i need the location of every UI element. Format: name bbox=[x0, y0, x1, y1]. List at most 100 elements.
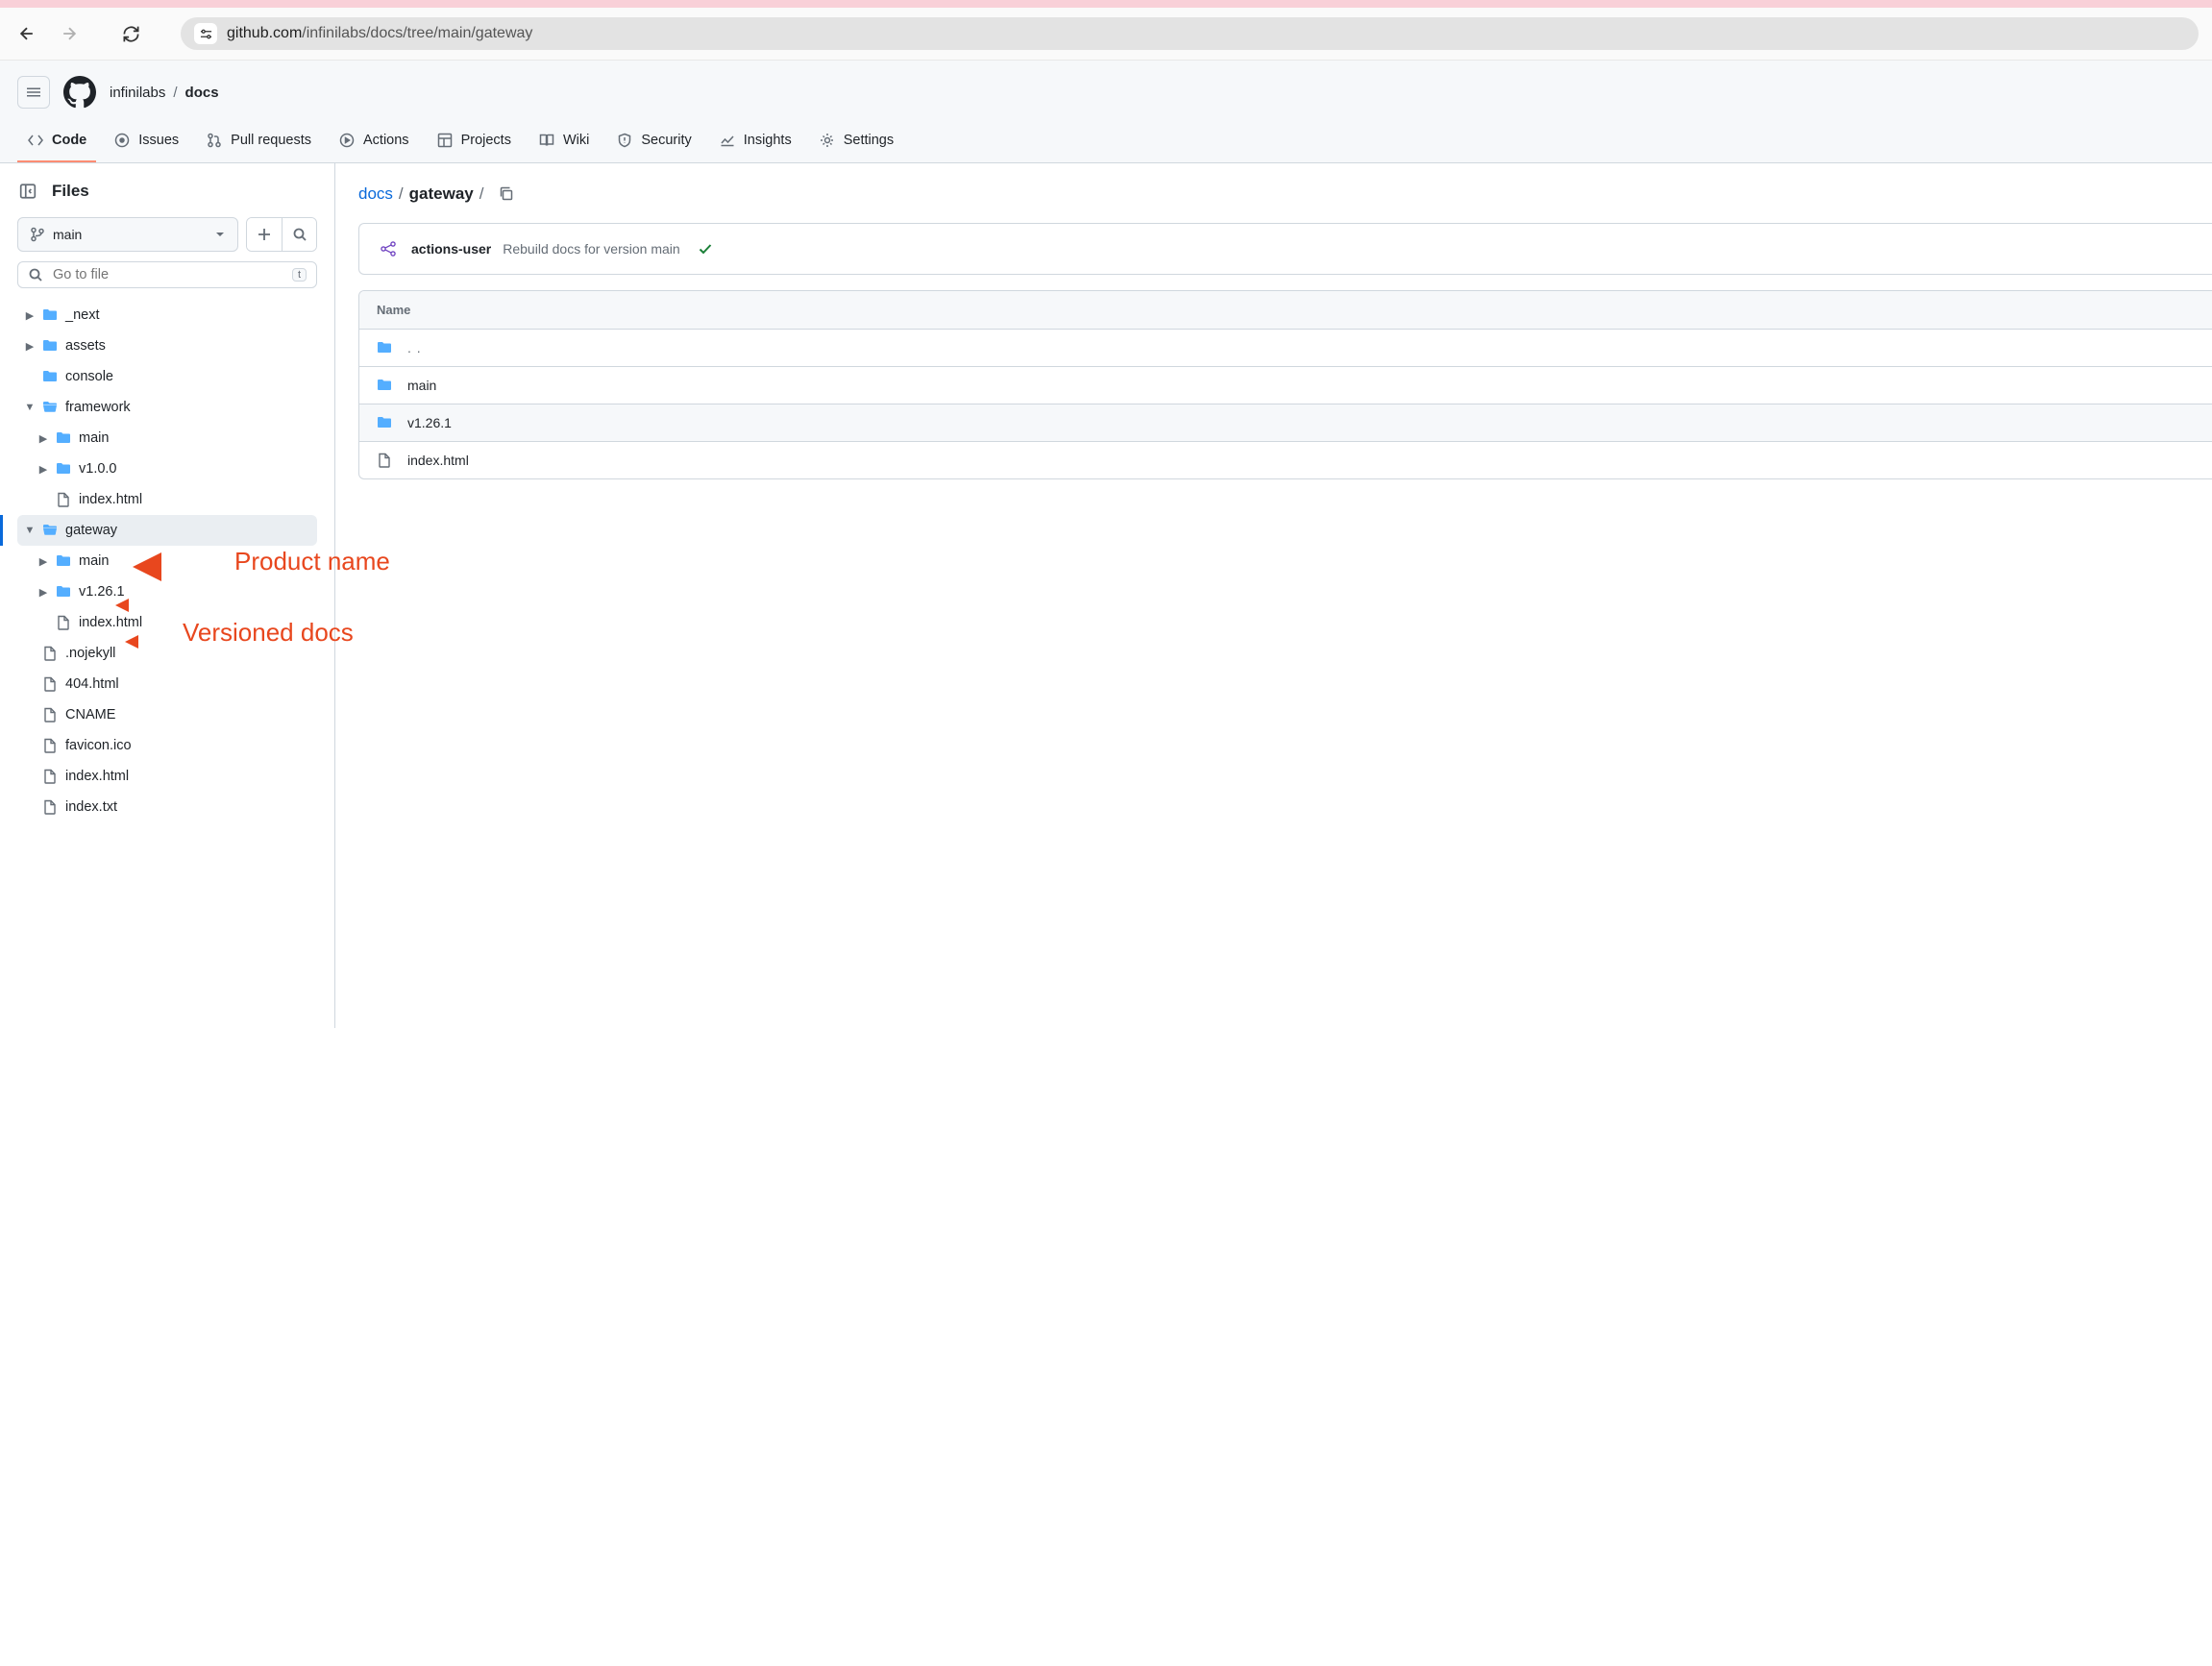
keyboard-shortcut-hint: t bbox=[292, 268, 307, 282]
tree-folder-gateway-v1261[interactable]: ▶ v1.26.1 bbox=[17, 576, 317, 607]
tree-file-nojekyll[interactable]: ▶ .nojekyll bbox=[17, 638, 317, 669]
shield-icon bbox=[616, 132, 633, 149]
tree-label: assets bbox=[65, 338, 106, 354]
chevron-down-icon: ▼ bbox=[23, 401, 37, 414]
file-table: Name . . main v1.26.1 index.html bbox=[358, 290, 2212, 479]
tree-folder-next[interactable]: ▶ _next bbox=[17, 300, 317, 331]
file-filter-input[interactable] bbox=[53, 267, 283, 282]
tree-file-404[interactable]: ▶ 404.html bbox=[17, 669, 317, 699]
site-settings-icon[interactable] bbox=[194, 23, 217, 44]
tree-file-framework-index[interactable]: ▶ index.html bbox=[17, 484, 317, 515]
tree-label: index.html bbox=[79, 492, 142, 507]
browser-toolbar: github.com/infinilabs/docs/tree/main/gat… bbox=[0, 8, 2212, 61]
tree-folder-gateway[interactable]: ▼ gateway bbox=[17, 515, 317, 546]
file-name: main bbox=[407, 378, 436, 393]
file-icon bbox=[42, 645, 60, 662]
branch-icon bbox=[30, 227, 45, 242]
browser-forward-button[interactable] bbox=[56, 20, 83, 47]
tree-file-indexhtml[interactable]: ▶ index.html bbox=[17, 761, 317, 792]
file-row-parent[interactable]: . . bbox=[359, 330, 2212, 367]
tree-folder-framework[interactable]: ▼ framework bbox=[17, 392, 317, 423]
repo-name-link[interactable]: docs bbox=[185, 85, 219, 101]
tree-label: favicon.ico bbox=[65, 738, 132, 753]
tab-label: Code bbox=[52, 133, 86, 148]
tree-folder-framework-main[interactable]: ▶ main bbox=[17, 423, 317, 453]
chevron-right-icon: ▶ bbox=[23, 339, 37, 353]
file-row-main[interactable]: main bbox=[359, 367, 2212, 404]
file-table-header-name[interactable]: Name bbox=[359, 291, 2212, 330]
url-text: github.com/infinilabs/docs/tree/main/gat… bbox=[227, 25, 532, 42]
sidebar-collapse-icon[interactable] bbox=[17, 181, 38, 202]
branch-name: main bbox=[53, 227, 82, 242]
tree-label: framework bbox=[65, 400, 131, 415]
file-row-indexhtml[interactable]: index.html bbox=[359, 442, 2212, 478]
tab-issues[interactable]: Issues bbox=[104, 122, 188, 162]
folder-icon bbox=[56, 552, 73, 570]
tab-projects[interactable]: Projects bbox=[427, 122, 521, 162]
path-separator: / bbox=[173, 85, 177, 101]
tree-folder-assets[interactable]: ▶ assets bbox=[17, 331, 317, 361]
tab-code[interactable]: Code bbox=[17, 122, 96, 162]
tree-label: main bbox=[79, 553, 109, 569]
tree-label: v1.26.1 bbox=[79, 584, 125, 600]
check-icon bbox=[698, 241, 713, 257]
url-bar[interactable]: github.com/infinilabs/docs/tree/main/gat… bbox=[181, 17, 2199, 50]
tree-label: index.txt bbox=[65, 799, 117, 815]
commit-author: actions-user bbox=[411, 241, 491, 257]
latest-commit-box[interactable]: actions-user Rebuild docs for version ma… bbox=[358, 223, 2212, 275]
pull-request-icon bbox=[206, 132, 223, 149]
tab-label: Actions bbox=[363, 133, 409, 148]
browser-back-button[interactable] bbox=[13, 20, 40, 47]
search-button[interactable] bbox=[282, 218, 316, 251]
tree-file-favicon[interactable]: ▶ favicon.ico bbox=[17, 730, 317, 761]
tab-actions[interactable]: Actions bbox=[329, 122, 419, 162]
tree-label: CNAME bbox=[65, 707, 115, 723]
tree-folder-console[interactable]: ▶ console bbox=[17, 361, 317, 392]
folder-icon bbox=[56, 429, 73, 447]
tree-folder-gateway-main[interactable]: ▶ main bbox=[17, 546, 317, 576]
tree-label: console bbox=[65, 369, 113, 384]
chevron-down-icon bbox=[214, 229, 226, 240]
folder-icon bbox=[56, 583, 73, 600]
tab-pull-requests[interactable]: Pull requests bbox=[196, 122, 321, 162]
folder-icon bbox=[377, 339, 394, 356]
folder-icon bbox=[56, 460, 73, 478]
tree-label: _next bbox=[65, 307, 99, 323]
file-row-v1261[interactable]: v1.26.1 bbox=[359, 404, 2212, 442]
tab-security[interactable]: Security bbox=[606, 122, 700, 162]
repo-owner-link[interactable]: infinilabs bbox=[110, 85, 165, 101]
tree-file-gateway-index[interactable]: ▶ index.html bbox=[17, 607, 317, 638]
issue-icon bbox=[113, 132, 131, 149]
tree-file-cname[interactable]: ▶ CNAME bbox=[17, 699, 317, 730]
tab-label: Security bbox=[641, 133, 691, 148]
chevron-right-icon: ▶ bbox=[37, 431, 50, 445]
folder-open-icon bbox=[42, 522, 60, 539]
breadcrumb-current: gateway bbox=[409, 184, 474, 204]
tab-label: Projects bbox=[461, 133, 511, 148]
file-tree-sidebar: Files main t bbox=[0, 163, 335, 1028]
breadcrumb-root-link[interactable]: docs bbox=[358, 184, 393, 204]
chevron-right-icon: ▶ bbox=[37, 462, 50, 476]
repo-nav-tabs: Code Issues Pull requests Actions Projec… bbox=[0, 122, 2212, 163]
github-logo-icon[interactable] bbox=[63, 76, 96, 109]
file-icon bbox=[56, 491, 73, 508]
add-file-button[interactable] bbox=[247, 218, 282, 251]
file-filter[interactable]: t bbox=[17, 261, 317, 288]
tree-label: 404.html bbox=[65, 676, 119, 692]
file-icon bbox=[42, 706, 60, 723]
tab-wiki[interactable]: Wiki bbox=[528, 122, 599, 162]
tree-folder-framework-v100[interactable]: ▶ v1.0.0 bbox=[17, 453, 317, 484]
tree-file-indextxt[interactable]: ▶ index.txt bbox=[17, 792, 317, 822]
tab-label: Settings bbox=[844, 133, 894, 148]
branch-selector[interactable]: main bbox=[17, 217, 238, 252]
tab-settings[interactable]: Settings bbox=[809, 122, 903, 162]
copy-path-button[interactable] bbox=[495, 183, 518, 206]
browser-reload-button[interactable] bbox=[117, 20, 144, 47]
path-separator: / bbox=[479, 184, 484, 204]
hamburger-menu-button[interactable] bbox=[17, 76, 50, 109]
tab-insights[interactable]: Insights bbox=[709, 122, 801, 162]
file-tree: ▶ _next ▶ assets ▶ console ▼ framework ▶ bbox=[17, 300, 317, 822]
folder-icon bbox=[377, 377, 394, 394]
commit-message: Rebuild docs for version main bbox=[503, 241, 679, 257]
file-name: v1.26.1 bbox=[407, 415, 452, 430]
